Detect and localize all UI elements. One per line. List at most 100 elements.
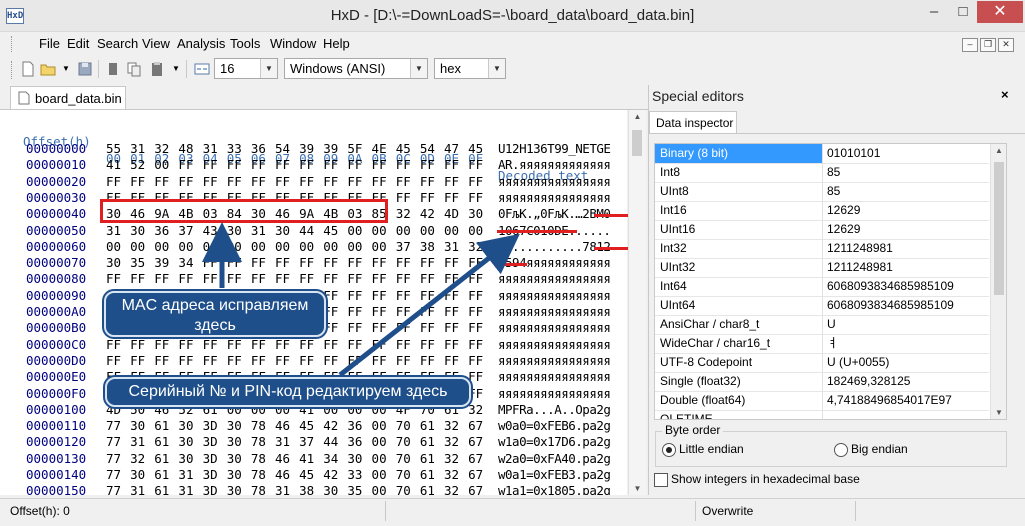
hex-byte[interactable]: FF bbox=[468, 270, 492, 287]
hex-byte[interactable]: FF bbox=[106, 352, 130, 369]
hex-byte[interactable]: 32 bbox=[154, 140, 178, 157]
decoded-text[interactable]: яяяяяяяяяяяяяяяя bbox=[498, 173, 611, 190]
inspector-row[interactable]: Int64 6068093834685985109 bbox=[655, 277, 989, 297]
row-bytes[interactable]: FFFFFFFFFFFFFFFFFFFFFFFFFFFFFFFF bbox=[106, 270, 492, 287]
hex-byte[interactable]: FF bbox=[323, 319, 347, 336]
hex-byte[interactable]: FF bbox=[420, 270, 444, 287]
hex-row[interactable]: 000000C0 FF FF FF FF FF FF FF FF FF FF FF FF FF FF FF FF… bbox=[0, 336, 627, 353]
hex-byte[interactable]: 67 bbox=[468, 433, 492, 450]
hex-byte[interactable]: 00 bbox=[372, 238, 396, 255]
new-file-icon[interactable] bbox=[20, 61, 36, 77]
hex-byte[interactable]: 30 bbox=[178, 417, 202, 434]
hex-byte[interactable]: 00 bbox=[130, 238, 154, 255]
row-bytes[interactable]: 31 30 36 37 43 30 31 30 44 45 00 00 00 00 00 00 bbox=[106, 222, 492, 239]
hex-byte[interactable]: 00 bbox=[251, 238, 275, 255]
hex-byte[interactable]: FF bbox=[323, 270, 347, 287]
inspector-value[interactable]: 6068093834685985109 bbox=[827, 296, 954, 314]
inspector-value[interactable]: 12629 bbox=[827, 201, 860, 219]
hex-byte[interactable]: FF bbox=[468, 189, 492, 206]
hex-byte[interactable]: 31 bbox=[444, 238, 468, 255]
hex-row[interactable]: 00000060 00 00 00 00 00 00 00 00 00 00 00 00 37 38 31 32… bbox=[0, 238, 627, 255]
hex-byte[interactable]: FF bbox=[275, 270, 299, 287]
big-endian-radio[interactable] bbox=[834, 443, 848, 457]
hex-byte[interactable]: 43 bbox=[203, 222, 227, 239]
inspector-value[interactable]: 182469,328125 bbox=[827, 372, 910, 390]
hex-byte[interactable]: FF bbox=[444, 336, 468, 353]
hex-byte[interactable]: FF bbox=[347, 287, 371, 304]
hex-byte[interactable]: 70 bbox=[396, 450, 420, 467]
hex-byte[interactable]: FF bbox=[203, 254, 227, 271]
inspector-row[interactable]: UInt32 1211248981 bbox=[655, 258, 989, 278]
little-endian-label[interactable]: Little endian bbox=[679, 442, 744, 456]
hex-byte[interactable]: FF bbox=[299, 270, 323, 287]
hex-byte[interactable]: 39 bbox=[323, 140, 347, 157]
hex-byte[interactable]: FF bbox=[251, 254, 275, 271]
hex-byte[interactable]: FF bbox=[299, 173, 323, 190]
inspector-row[interactable]: UInt64 6068093834685985109 bbox=[655, 296, 989, 316]
hex-byte[interactable]: 77 bbox=[106, 417, 130, 434]
hex-byte[interactable]: 31 bbox=[178, 482, 202, 495]
hex-byte[interactable]: FF bbox=[420, 189, 444, 206]
hex-byte[interactable]: 37 bbox=[178, 222, 202, 239]
hex-byte[interactable]: 00 bbox=[203, 238, 227, 255]
hex-byte[interactable]: 35 bbox=[130, 254, 154, 271]
hex-integers-label[interactable]: Show integers in hexadecimal base bbox=[671, 472, 860, 486]
hex-byte[interactable]: 45 bbox=[323, 222, 347, 239]
hex-byte[interactable]: 70 bbox=[396, 433, 420, 450]
row-bytes[interactable]: 77 30 61 30 3D 30 78 46 45 42 36 00 70 61 32 67 bbox=[106, 417, 492, 434]
decoded-text[interactable]: яяяяяяяяяяяяяяяя bbox=[498, 270, 611, 287]
hex-byte[interactable]: FF bbox=[372, 303, 396, 320]
inspector-scrollbar[interactable]: ▲ ▼ bbox=[990, 144, 1006, 419]
hex-byte[interactable]: 54 bbox=[275, 140, 299, 157]
hex-byte[interactable]: FF bbox=[396, 319, 420, 336]
hex-byte[interactable]: 44 bbox=[323, 433, 347, 450]
hex-byte[interactable]: 42 bbox=[323, 417, 347, 434]
scroll-down-icon[interactable]: ▼ bbox=[991, 408, 1006, 417]
hex-byte[interactable]: FF bbox=[203, 352, 227, 369]
decoded-text[interactable]: w0a0=0xFEB6.pa2g bbox=[498, 417, 611, 434]
hex-byte[interactable]: 42 bbox=[420, 205, 444, 222]
hex-byte[interactable]: FF bbox=[468, 287, 492, 304]
hex-byte[interactable]: FF bbox=[444, 352, 468, 369]
decoded-text[interactable]: яяяяяяяяяяяяяяяя bbox=[498, 368, 611, 385]
inspector-row[interactable]: OLETIME bbox=[655, 410, 989, 419]
hex-byte[interactable]: 35 bbox=[347, 482, 371, 495]
hex-byte[interactable]: 36 bbox=[251, 140, 275, 157]
bytes-per-row-select[interactable]: 16 ▼ bbox=[214, 58, 278, 79]
copy-icon[interactable] bbox=[126, 61, 142, 77]
hex-byte[interactable]: FF bbox=[178, 270, 202, 287]
row-bytes[interactable]: 77 31 61 31 3D 30 78 31 38 30 35 00 70 61 32 67 bbox=[106, 482, 492, 495]
inspector-value[interactable]: U (U+0055) bbox=[827, 353, 889, 371]
hex-byte[interactable]: 30 bbox=[106, 254, 130, 271]
hex-byte[interactable]: 78 bbox=[251, 417, 275, 434]
decoded-text[interactable]: MPFRa...A..Opa2g bbox=[498, 401, 611, 418]
hex-byte[interactable]: FF bbox=[372, 173, 396, 190]
hex-byte[interactable]: FF bbox=[178, 352, 202, 369]
hex-byte[interactable]: 67 bbox=[468, 417, 492, 434]
hex-byte[interactable]: 4D bbox=[444, 205, 468, 222]
hex-byte[interactable]: 55 bbox=[106, 140, 130, 157]
hex-byte[interactable]: FF bbox=[444, 156, 468, 173]
hex-byte[interactable]: 36 bbox=[347, 417, 371, 434]
mdi-close-icon[interactable]: ✕ bbox=[998, 38, 1014, 52]
base-select[interactable]: hex ▼ bbox=[434, 58, 506, 79]
hex-byte[interactable]: 45 bbox=[299, 466, 323, 483]
hex-byte[interactable]: 31 bbox=[106, 222, 130, 239]
tab-data-inspector[interactable]: Data inspector bbox=[649, 111, 737, 134]
hex-byte[interactable]: FF bbox=[178, 173, 202, 190]
hex-byte[interactable]: 52 bbox=[130, 156, 154, 173]
row-bytes[interactable]: 30 35 39 34 FF FF FF FF FF FF FF FF FF FF FF FF bbox=[106, 254, 492, 271]
decoded-text[interactable]: w1a1=0x1805.pa2g bbox=[498, 482, 611, 495]
hex-byte[interactable]: 61 bbox=[154, 433, 178, 450]
inspector-value[interactable]: 4,74188496854017E97 bbox=[827, 391, 952, 409]
toolbar-grip[interactable] bbox=[11, 61, 15, 79]
hex-row[interactable]: 00000130 77 32 61 30 3D 30 78 46 41 34 30 00 70 61 32 67… bbox=[0, 450, 627, 467]
hex-byte[interactable]: FF bbox=[299, 254, 323, 271]
hex-byte[interactable]: 67 bbox=[468, 466, 492, 483]
hex-byte[interactable]: FF bbox=[178, 156, 202, 173]
mdi-restore-icon[interactable]: ❐ bbox=[980, 38, 996, 52]
hex-byte[interactable]: FF bbox=[372, 254, 396, 271]
hex-byte[interactable]: 3D bbox=[203, 482, 227, 495]
hex-byte[interactable]: FF bbox=[468, 254, 492, 271]
hex-integers-checkbox[interactable] bbox=[654, 473, 668, 487]
